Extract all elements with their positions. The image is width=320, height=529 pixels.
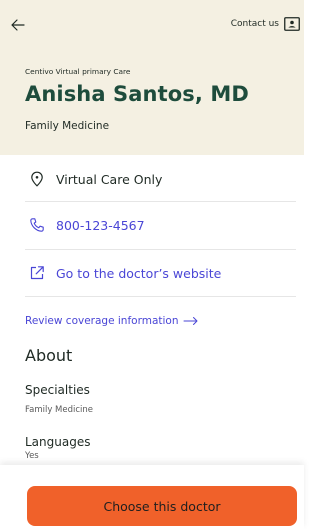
languages-label: Languages <box>25 435 91 449</box>
location-text: Virtual Care Only <box>56 171 163 187</box>
phone-row[interactable]: 800-123-4567 <box>25 201 296 249</box>
location-row: Virtual Care Only <box>25 155 296 203</box>
choose-doctor-button[interactable]: Choose this doctor <box>27 486 297 526</box>
about-heading: About <box>25 346 73 365</box>
phone-icon <box>30 218 44 232</box>
arrow-right-icon <box>183 317 197 325</box>
contact-us-button[interactable]: Contact us <box>231 15 300 33</box>
website-link[interactable]: Go to the doctor’s website <box>56 266 221 281</box>
specialties-value: Family Medicine <box>25 405 94 415</box>
doctor-name: Anisha Santos, MD <box>25 82 249 106</box>
phone-number[interactable]: 800-123-4567 <box>56 218 145 233</box>
contact-us-label: Contact us <box>230 19 279 29</box>
website-row[interactable]: Go to the doctor’s website <box>25 249 296 297</box>
doctor-header: Contact us Centivo Virtual primary Care … <box>0 0 304 155</box>
review-coverage-link[interactable]: Review coverage information <box>25 315 199 327</box>
review-coverage-label: Review coverage information <box>25 315 179 327</box>
languages-value: Yes <box>25 451 39 461</box>
doctor-specialty: Family Medicine <box>25 120 110 132</box>
back-arrow-icon[interactable] <box>8 15 28 35</box>
location-pin-icon <box>31 171 43 187</box>
specialties-label: Specialties <box>25 383 90 397</box>
external-link-icon <box>30 266 44 280</box>
contact-card-icon <box>284 17 300 31</box>
divider <box>25 296 296 297</box>
organization-name: Centivo Virtual primary Care <box>25 67 131 76</box>
